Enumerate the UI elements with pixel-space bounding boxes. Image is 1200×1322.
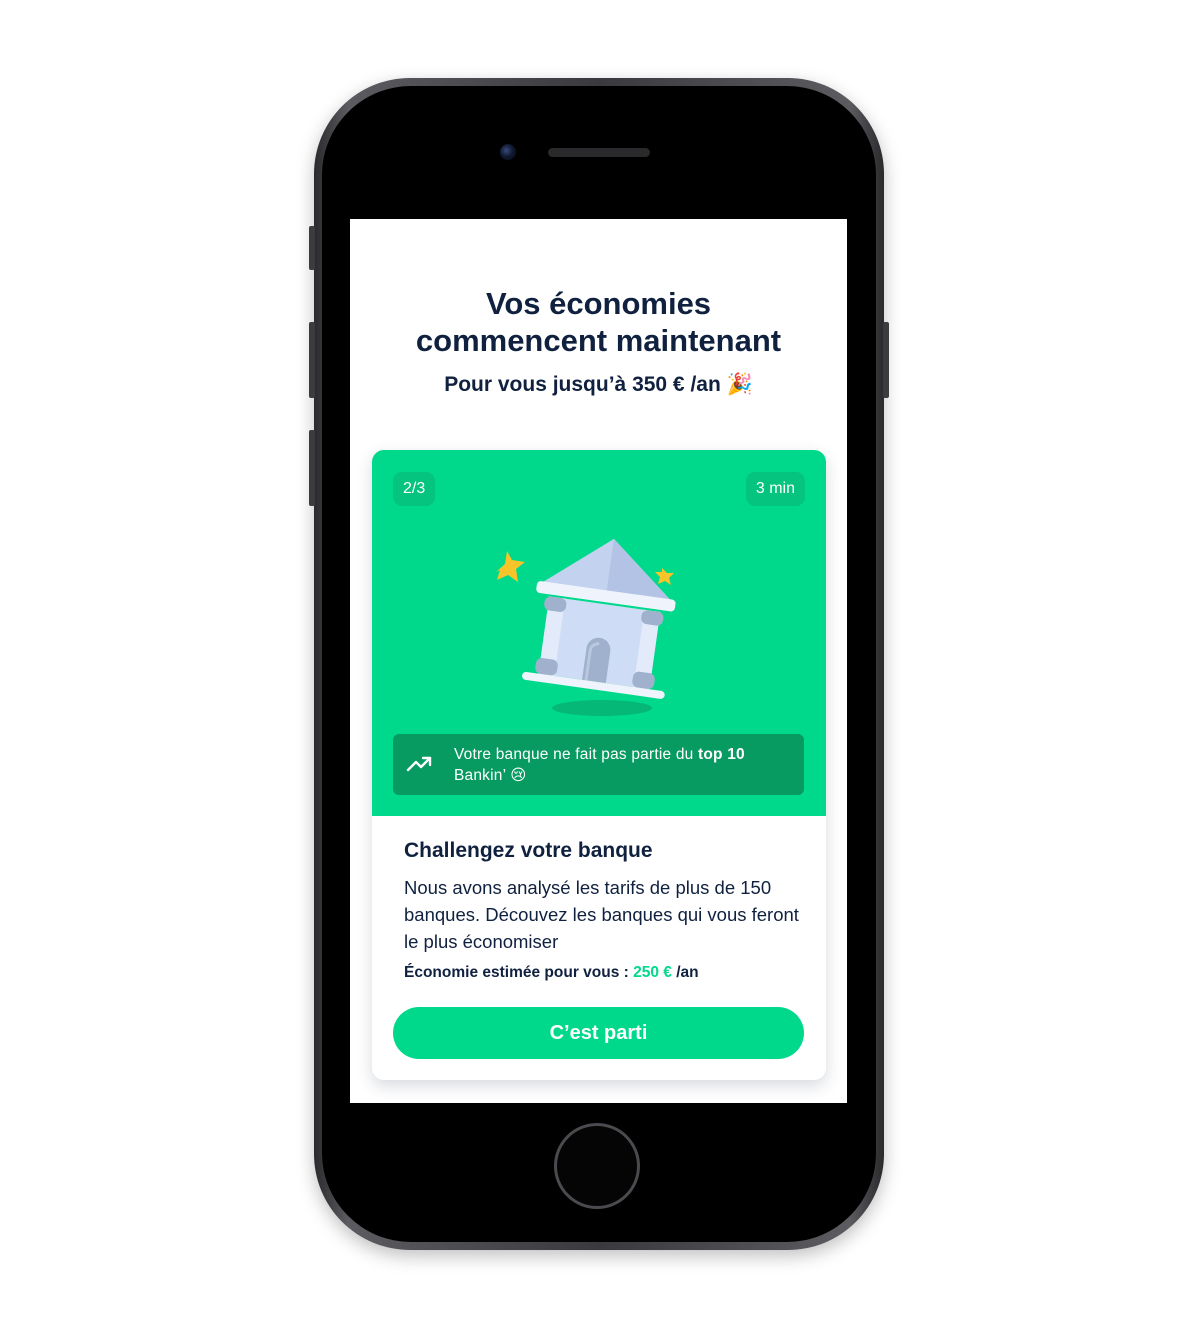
- estimate-unit: /an: [671, 964, 699, 981]
- ranking-info-text: Votre banque ne fait pas partie du top 1…: [454, 744, 794, 786]
- estimated-savings: Économie estimée pour vous : 250 € /an: [404, 964, 699, 982]
- volume-up-button: [309, 322, 315, 398]
- earpiece-speaker: [548, 148, 650, 157]
- volume-down-button: [309, 430, 315, 506]
- subtitle-text: Pour vous jusqu’à 350 € /an: [444, 373, 721, 396]
- power-button: [883, 322, 889, 398]
- app-screen: Vos économies commencent maintenant Pour…: [350, 219, 847, 1103]
- page-title-line-1: Vos économies: [485, 286, 712, 321]
- card-header: 2/3 3 min Votre banque ne fait pas parti…: [372, 450, 826, 816]
- estimate-value: 250 €: [633, 964, 672, 981]
- home-button[interactable]: [554, 1123, 640, 1209]
- card-title: Challengez votre banque: [404, 839, 653, 862]
- mute-switch: [309, 226, 315, 270]
- estimate-label: Économie estimée pour vous :: [404, 964, 634, 981]
- ranking-info-banner: Votre banque ne fait pas partie du top 1…: [393, 734, 804, 795]
- page-title: Vos économies commencent maintenant: [350, 285, 847, 359]
- info-text-end: Bankin’: [454, 767, 511, 784]
- trending-up-icon: [406, 756, 432, 772]
- step-badge: 2/3: [393, 472, 436, 506]
- party-emoji: 🎉: [726, 373, 753, 396]
- info-text-start: Votre banque ne fait pas partie du: [454, 746, 698, 763]
- page-title-line-2: commencent maintenant: [415, 323, 782, 358]
- front-camera: [500, 144, 516, 160]
- info-text-bold: top 10: [697, 746, 745, 763]
- card-description: Nous avons analysé les tarifs de plus de…: [404, 877, 799, 952]
- bank-building-icon: [496, 538, 676, 716]
- challenge-card: 2/3 3 min Votre banque ne fait pas parti…: [372, 450, 826, 1080]
- duration-badge: 3 min: [745, 472, 805, 506]
- page-subtitle: Pour vous jusqu’à 350 € /an 🎉: [350, 371, 847, 399]
- sad-emoji: 😢: [510, 767, 527, 784]
- start-button[interactable]: C’est parti: [393, 1007, 804, 1059]
